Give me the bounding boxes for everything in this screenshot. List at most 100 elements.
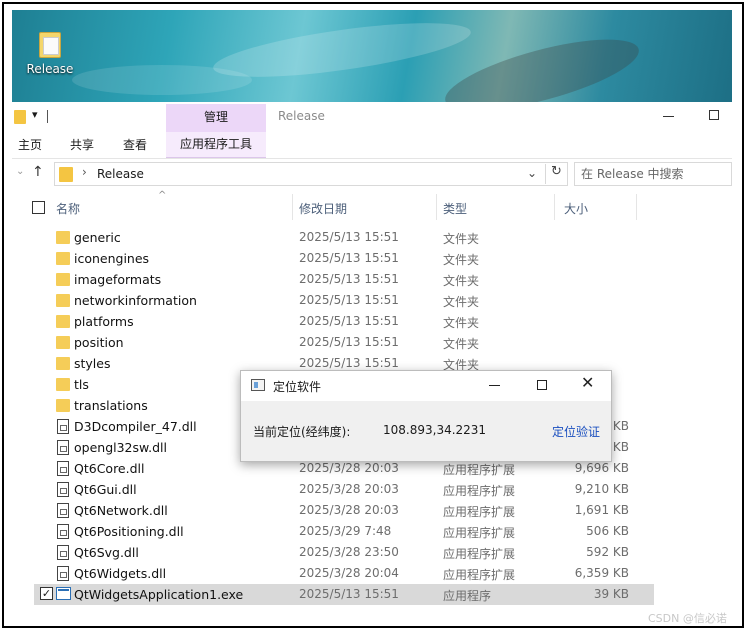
file-row[interactable]: ✓ QtWidgetsApplication1.exe 2025/5/13 15:5…: [34, 584, 654, 605]
file-row[interactable]: Qt6Network.dll 2025/3/28 20:03 应用程序扩展 1,691…: [12, 500, 632, 521]
file-name: Qt6Widgets.dll: [74, 566, 167, 581]
file-size: 506 KB: [586, 524, 629, 538]
divider: [12, 158, 732, 159]
dll-file-icon: [57, 566, 69, 581]
dialog-title: 定位软件: [273, 380, 322, 394]
file-date: 2025/3/28 23:50: [299, 545, 399, 559]
dll-file-icon: [57, 503, 69, 518]
address-path[interactable]: Release: [97, 167, 144, 181]
file-name: Qt6Core.dll: [74, 461, 145, 476]
window-title: Release: [278, 109, 325, 123]
explorer-title-bar: ▾ 管理 Release: [12, 104, 732, 132]
folder-icon: [56, 399, 70, 412]
file-row[interactable]: Qt6Svg.dll 2025/3/28 23:50 应用程序扩展 592 KB: [12, 542, 632, 563]
tab-share[interactable]: 共享: [70, 136, 94, 153]
watermark: CSDN @信必诺: [648, 612, 727, 625]
dll-file-icon: [57, 440, 69, 455]
file-date: 2025/5/13 15:51: [299, 335, 399, 349]
file-size: 39 KB: [593, 587, 629, 601]
file-date: 2025/5/13 15:51: [299, 356, 399, 370]
file-row[interactable]: iconengines 2025/5/13 15:51 文件夹: [12, 248, 632, 269]
maximize-icon[interactable]: [709, 110, 719, 120]
tab-home[interactable]: 主页: [18, 136, 42, 153]
file-name: opengl32sw.dll: [74, 440, 167, 455]
file-row[interactable]: Qt6Widgets.dll 2025/3/28 20:04 应用程序扩展 6,359…: [12, 563, 632, 584]
column-name[interactable]: 名称: [56, 200, 80, 217]
folder-icon: [39, 32, 61, 58]
tab-view[interactable]: 查看: [123, 136, 147, 153]
file-name: Qt6Svg.dll: [74, 545, 139, 560]
file-name: platforms: [74, 314, 134, 329]
minimize-icon[interactable]: [489, 385, 500, 386]
tab-manage[interactable]: 管理: [166, 104, 266, 132]
file-row[interactable]: networkinformation 2025/5/13 15:51 文件夹: [12, 290, 632, 311]
dialog-body: 当前定位(经纬度): 108.893,34.2231 定位验证: [241, 401, 611, 461]
file-row[interactable]: Qt6Positioning.dll 2025/3/29 7:48 应用程序扩展 50…: [12, 521, 632, 542]
search-input[interactable]: 在 Release 中搜索: [574, 162, 732, 186]
column-divider[interactable]: [292, 194, 293, 220]
file-name: position: [74, 335, 124, 350]
file-size: 1,691 KB: [574, 503, 629, 517]
maximize-icon[interactable]: [537, 380, 547, 390]
ribbon-tabs: 主页 共享 查看 应用程序工具: [12, 132, 732, 158]
file-name: D3Dcompiler_47.dll: [74, 419, 197, 434]
column-type[interactable]: 类型: [443, 200, 467, 217]
up-arrow-icon[interactable]: ↑: [32, 164, 44, 180]
location-value: 108.893,34.2231: [383, 423, 487, 437]
file-size: 592 KB: [586, 545, 629, 559]
file-type: 文件夹: [443, 232, 480, 246]
verify-location-button[interactable]: 定位验证: [552, 423, 600, 440]
toolbar-divider: [47, 110, 48, 123]
chevron-down-icon[interactable]: ⌄: [527, 166, 537, 180]
row-checkbox[interactable]: ✓: [40, 587, 53, 600]
file-type: 应用程序扩展: [443, 463, 516, 477]
file-name: Qt6Positioning.dll: [74, 524, 184, 539]
file-type: 应用程序扩展: [443, 526, 516, 540]
refresh-icon[interactable]: ↻: [545, 164, 567, 184]
address-bar[interactable]: › Release ⌄ ↻: [54, 162, 568, 186]
file-row[interactable]: Qt6Gui.dll 2025/3/28 20:03 应用程序扩展 9,210 KB: [12, 479, 632, 500]
file-type: 应用程序扩展: [443, 568, 516, 582]
folder-icon: [56, 315, 70, 328]
folder-icon: [59, 167, 73, 182]
chevron-right-icon[interactable]: ›: [82, 165, 87, 179]
select-all-checkbox[interactable]: [32, 201, 45, 214]
folder-icon: [56, 336, 70, 349]
file-row[interactable]: generic 2025/5/13 15:51 文件夹: [12, 227, 632, 248]
desktop-icon-label: Release: [26, 62, 74, 76]
wallpaper-wave: [72, 65, 252, 95]
folder-icon: [56, 294, 70, 307]
folder-icon: [56, 252, 70, 265]
file-size: 6,359 KB: [574, 566, 629, 580]
file-name: Qt6Network.dll: [74, 503, 168, 518]
column-divider[interactable]: [436, 194, 437, 220]
minimize-icon[interactable]: [662, 106, 676, 120]
column-date[interactable]: 修改日期: [299, 200, 347, 217]
file-date: 2025/3/28 20:03: [299, 461, 399, 475]
file-date: 2025/5/13 15:51: [299, 314, 399, 328]
file-date: 2025/5/13 15:51: [299, 230, 399, 244]
folder-icon: [56, 357, 70, 370]
file-row[interactable]: platforms 2025/5/13 15:51 文件夹: [12, 311, 632, 332]
quick-access-dropdown-icon[interactable]: ▾: [32, 108, 38, 121]
tab-application-tools[interactable]: 应用程序工具: [166, 132, 266, 158]
file-row[interactable]: position 2025/5/13 15:51 文件夹: [12, 332, 632, 353]
file-date: 2025/5/13 15:51: [299, 293, 399, 307]
column-divider[interactable]: [636, 194, 637, 220]
file-type: 应用程序扩展: [443, 484, 516, 498]
file-row[interactable]: imageformats 2025/5/13 15:51 文件夹: [12, 269, 632, 290]
file-name: networkinformation: [74, 293, 197, 308]
file-type: 应用程序扩展: [443, 547, 516, 561]
file-date: 2025/3/28 20:03: [299, 482, 399, 496]
dll-file-icon: [57, 545, 69, 560]
close-icon[interactable]: ✕: [581, 374, 594, 392]
desktop-folder-release[interactable]: Release: [20, 32, 80, 76]
file-name: tls: [74, 377, 89, 392]
column-size[interactable]: 大小: [564, 200, 588, 217]
recent-locations-icon[interactable]: ⌄: [16, 166, 24, 177]
column-divider[interactable]: [554, 194, 555, 220]
application-icon: [56, 587, 71, 600]
app-window-icon: [251, 379, 265, 391]
column-header: ^ 名称 修改日期 类型 大小: [12, 190, 732, 222]
dll-file-icon: [57, 461, 69, 476]
